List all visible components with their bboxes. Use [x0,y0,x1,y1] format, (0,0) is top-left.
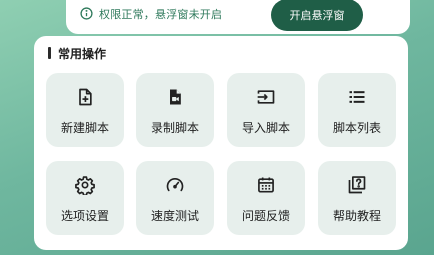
script-list-button[interactable]: 脚本列表 [318,73,396,147]
record-script-button[interactable]: 录制脚本 [136,73,214,147]
tile-label: 帮助教程 [332,209,381,223]
list-icon [347,87,367,107]
status-banner: 权限正常，悬浮窗未开启 开启悬浮窗 [66,0,410,34]
permission-status-text: 权限正常，悬浮窗未开启 [99,8,223,21]
info-icon [80,7,93,20]
common-actions-panel: 常用操作 新建脚本 录制脚本 导入脚本 脚本列表 选项设置 速度测试 问题反馈 … [34,36,408,250]
help-book-icon [347,175,367,195]
gear-icon [75,175,95,195]
feedback-button[interactable]: 问题反馈 [227,161,305,235]
tile-label: 导入脚本 [241,121,290,135]
calendar-icon [256,175,276,195]
tile-label: 录制脚本 [150,121,199,135]
tile-label: 新建脚本 [60,121,109,135]
import-icon [256,87,276,107]
new-script-button[interactable]: 新建脚本 [46,73,124,147]
open-floating-window-button[interactable]: 开启悬浮窗 [271,0,363,31]
tile-label: 问题反馈 [241,209,290,223]
tile-label: 速度测试 [150,209,199,223]
section-marker [48,47,51,59]
speedometer-icon [165,175,185,195]
record-icon [165,87,185,107]
tile-label: 脚本列表 [332,121,381,135]
new-file-icon [75,87,95,107]
help-tutorial-button[interactable]: 帮助教程 [318,161,396,235]
options-settings-button[interactable]: 选项设置 [46,161,124,235]
speed-test-button[interactable]: 速度测试 [136,161,214,235]
section-title: 常用操作 [58,47,107,61]
tile-label: 选项设置 [60,209,109,223]
import-script-button[interactable]: 导入脚本 [227,73,305,147]
